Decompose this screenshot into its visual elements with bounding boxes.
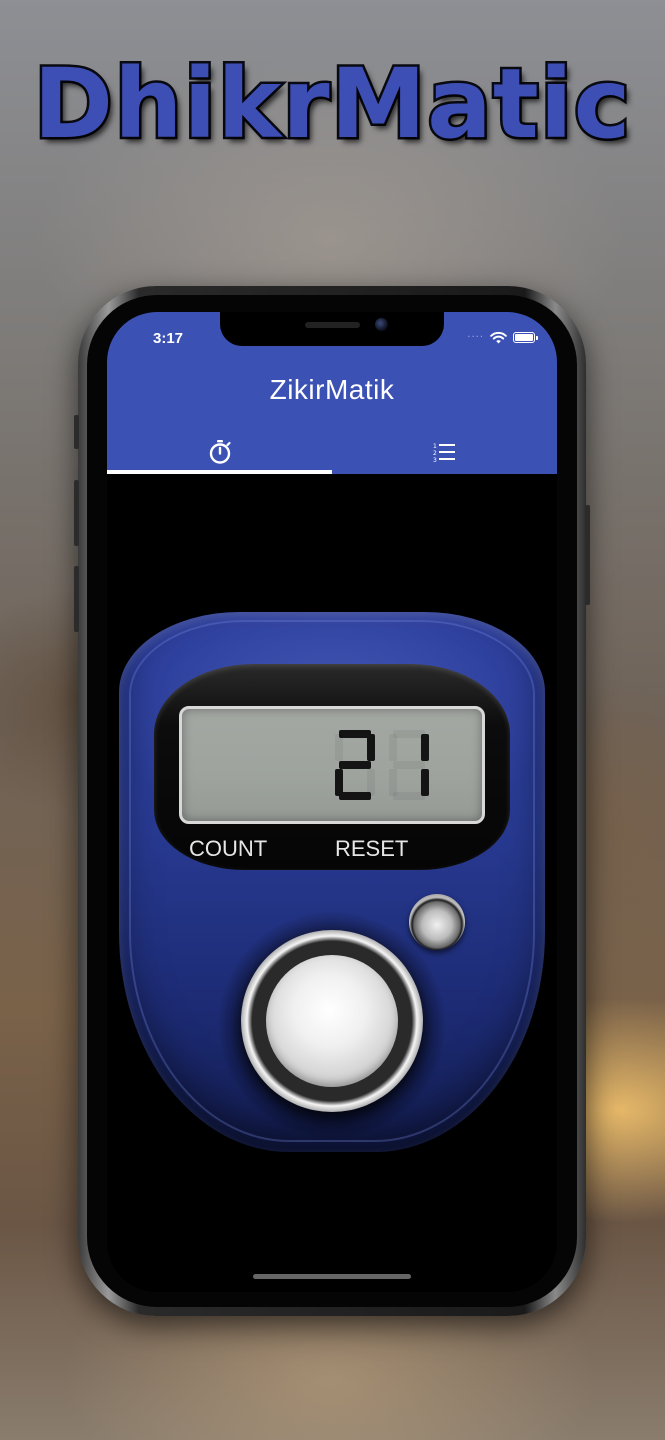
- count-label: COUNT: [189, 836, 268, 861]
- lcd-display: 21: [179, 706, 485, 824]
- svg-text:2: 2: [433, 450, 437, 457]
- lcd-segment: [339, 761, 371, 769]
- lcd-segment: [393, 761, 425, 769]
- lcd-segment: [389, 769, 397, 796]
- app-bar: 3:17 ···· ZikirMatik 1 2 3: [107, 312, 557, 474]
- count-button-cap: [266, 955, 398, 1087]
- lcd-digits: [335, 730, 429, 800]
- phone-screen: 3:17 ···· ZikirMatik 1 2 3 COUNT RESET: [107, 312, 557, 1292]
- wifi-icon: [490, 331, 507, 344]
- app-title: ZikirMatik: [269, 374, 395, 405]
- camera: [375, 318, 388, 331]
- lcd-segment: [339, 730, 371, 738]
- svg-text:3: 3: [433, 457, 437, 463]
- tally-counter-device: 21 COUNT RESET: [119, 612, 545, 1152]
- list-icon: 1 2 3: [433, 443, 455, 463]
- battery-icon: [513, 332, 538, 343]
- lcd-segment: [389, 734, 397, 761]
- lcd-segment: [335, 734, 343, 761]
- reset-button[interactable]: [409, 894, 465, 950]
- display-bezel: 21 COUNT RESET: [154, 664, 510, 870]
- phone-silent-switch: [74, 415, 79, 449]
- phone-power-button: [585, 505, 590, 605]
- status-icons: ····: [467, 331, 538, 344]
- home-indicator: [253, 1274, 411, 1279]
- lcd-segment: [335, 769, 343, 796]
- status-time: 3:17: [153, 330, 184, 347]
- notch: [220, 312, 444, 346]
- phone-volume-down: [74, 566, 79, 632]
- counter-value: 21: [332, 709, 432, 821]
- lcd-segment: [421, 769, 429, 796]
- marketing-title: DhikrMatic: [31, 46, 633, 163]
- lcd-segment: [393, 792, 425, 800]
- lcd-segment: [339, 792, 371, 800]
- svg-text:1: 1: [433, 443, 437, 450]
- lcd-segment: [393, 730, 425, 738]
- stopwatch-icon: [209, 440, 231, 464]
- tab-counter[interactable]: [107, 430, 332, 474]
- phone-volume-up: [74, 480, 79, 546]
- tab-list[interactable]: 1 2 3: [332, 430, 557, 474]
- lcd-segment: [367, 734, 375, 761]
- reset-label: RESET: [335, 836, 409, 861]
- speaker: [305, 322, 360, 328]
- lcd-segment: [367, 769, 375, 796]
- lcd-segment: [421, 734, 429, 761]
- signal-dots-icon: ····: [467, 332, 484, 343]
- counter-area: 21 COUNT RESET: [107, 474, 557, 1292]
- count-button[interactable]: [241, 930, 423, 1112]
